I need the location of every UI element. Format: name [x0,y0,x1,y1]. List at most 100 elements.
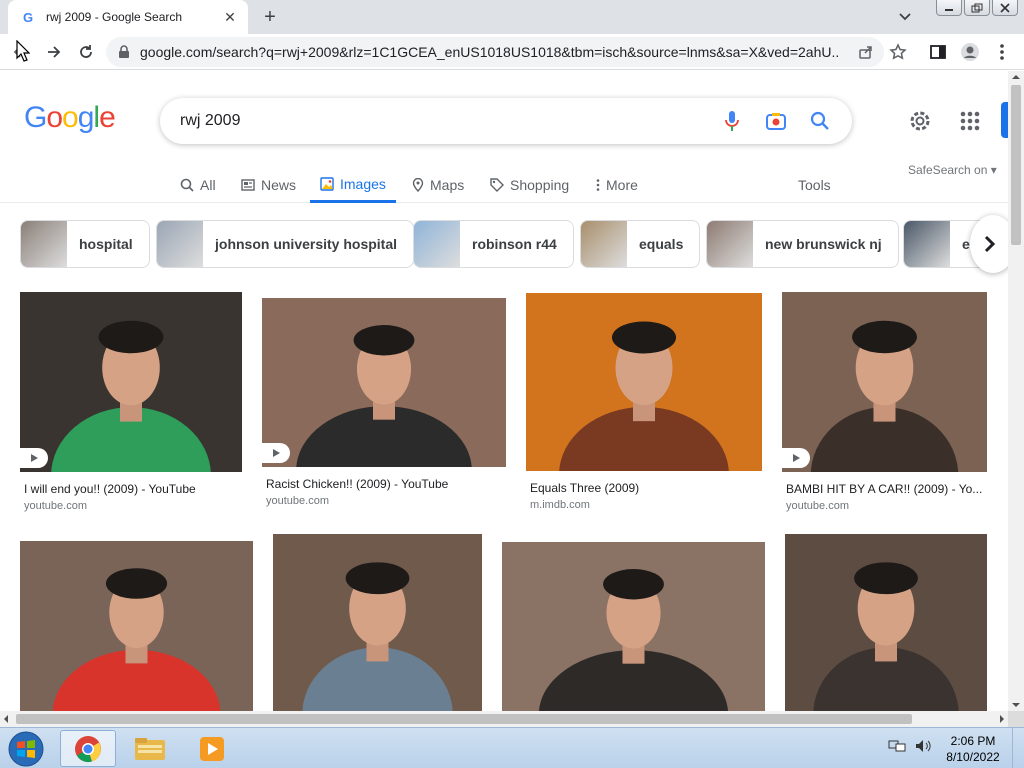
map-pin-icon [412,178,424,192]
tab-more[interactable]: More [596,167,638,203]
search-icon [180,178,194,192]
chips-next-button[interactable] [970,215,1008,273]
result-thumbnail[interactable] [785,534,987,711]
result-source[interactable]: youtube.com [266,495,329,507]
horizontal-scroll-thumb[interactable] [16,714,912,724]
tab-all[interactable]: All [180,167,216,203]
tab-maps-label: Maps [430,177,465,193]
result-thumbnail[interactable] [262,298,506,467]
minimize-button[interactable] [936,0,962,16]
url-text: google.com/search?q=rwj+2009&rlz=1C1GCEA… [140,44,840,60]
scroll-down-arrow-icon[interactable] [1008,699,1024,711]
search-box[interactable]: rwj 2009 [160,98,852,144]
tab-news[interactable]: News [241,167,296,203]
result-thumbnail[interactable] [502,542,765,711]
address-bar[interactable]: google.com/search?q=rwj+2009&rlz=1C1GCEA… [106,37,884,67]
related-search-chip[interactable]: hospital [20,220,150,268]
news-icon [241,179,255,191]
search-submit-button[interactable] [808,109,832,133]
search-by-image-button[interactable] [764,109,788,133]
profile-button[interactable] [958,40,982,64]
network-icon[interactable] [888,738,906,754]
vertical-scroll-thumb[interactable] [1011,85,1021,245]
search-input[interactable]: rwj 2009 [180,112,720,130]
taskbar-clock[interactable]: 2:06 PM 8/10/2022 [938,733,1008,765]
chevron-right-icon [984,235,996,253]
person-photo [785,534,987,711]
google-apps-button[interactable] [956,107,984,135]
sign-in-button[interactable] [1001,102,1008,138]
show-desktop-button[interactable] [1012,728,1024,768]
google-logo[interactable]: Google [24,101,116,135]
result-thumbnail[interactable] [20,541,253,711]
tag-icon [490,178,504,192]
taskbar-file-explorer[interactable] [122,730,178,767]
result-source[interactable]: m.imdb.com [530,499,590,511]
system-tray [888,738,932,754]
close-tab-icon[interactable]: ✕ [222,9,238,25]
tab-images-label: Images [340,175,386,192]
person-photo [782,292,987,472]
tab-title: rwj 2009 - Google Search [46,10,183,24]
related-search-chip[interactable]: equals [580,220,701,268]
tab-strip: G rwj 2009 - Google Search ✕ + [0,0,1024,34]
close-window-button[interactable] [992,0,1018,16]
related-search-chip[interactable]: johnson university hospital [156,220,415,268]
related-searches-chips: hospital johnson university hospital robin… [20,220,1008,268]
scroll-up-arrow-icon[interactable] [1008,71,1024,83]
settings-button[interactable] [906,107,934,135]
images-icon [320,176,334,191]
tab-all-label: All [200,177,216,193]
forward-button[interactable] [42,40,66,64]
person-photo [20,292,242,472]
tools-button[interactable]: Tools [798,167,831,203]
volume-icon[interactable] [914,738,932,754]
forward-arrow-icon [48,46,61,58]
windows-taskbar: 2:06 PM 8/10/2022 [0,727,1024,768]
result-thumbnail[interactable] [20,292,242,472]
more-vert-icon [596,179,600,191]
result-title[interactable]: I will end you!! (2009) - YouTube [24,482,242,496]
logo-letter: G [24,101,47,134]
safesearch-toggle[interactable]: SafeSearch on ▾ [908,163,997,177]
voice-search-button[interactable] [720,109,744,133]
taskbar-media-player[interactable] [184,730,240,767]
person-photo [273,534,482,711]
bookmark-button[interactable] [886,40,910,64]
result-title[interactable]: Equals Three (2009) [530,481,762,495]
result-thumbnail[interactable] [526,293,762,471]
chip-thumbnail [904,221,950,267]
result-title[interactable]: Racist Chicken!! (2009) - YouTube [266,477,506,491]
chip-label: robinson r44 [472,236,557,252]
window-controls [936,0,1018,16]
chrome-menu-button[interactable] [990,40,1014,64]
result-source[interactable]: youtube.com [786,500,849,512]
start-button[interactable] [4,729,48,768]
logo-letter: e [99,101,116,134]
vertical-scrollbar[interactable] [1008,71,1024,711]
result-thumbnail[interactable] [782,292,987,472]
related-search-chip[interactable]: new brunswick nj [706,220,899,268]
restore-button[interactable] [964,0,990,16]
scroll-left-arrow-icon[interactable] [0,711,12,727]
tab-images[interactable]: Images [310,167,396,203]
share-button[interactable] [854,40,878,64]
tab-shopping[interactable]: Shopping [490,167,569,203]
tab-search-button[interactable] [894,8,916,26]
scroll-right-arrow-icon[interactable] [996,711,1008,727]
tab-news-label: News [261,177,297,193]
result-source[interactable]: youtube.com [24,500,87,512]
reload-button[interactable] [74,40,98,64]
tab-maps[interactable]: Maps [412,167,464,203]
new-tab-button[interactable]: + [258,6,282,28]
logo-letter: o [62,101,79,134]
horizontal-scrollbar[interactable] [0,711,1008,727]
taskbar-chrome[interactable] [60,730,116,767]
result-thumbnail[interactable] [273,534,482,711]
tab-more-label: More [606,177,638,193]
related-search-chip[interactable]: robinson r44 [413,220,574,268]
share-icon [859,46,872,59]
side-panel-button[interactable] [926,40,950,64]
result-title[interactable]: BAMBI HIT BY A CAR!! (2009) - Yo... [786,482,987,496]
browser-tab[interactable]: G rwj 2009 - Google Search ✕ [8,0,248,34]
